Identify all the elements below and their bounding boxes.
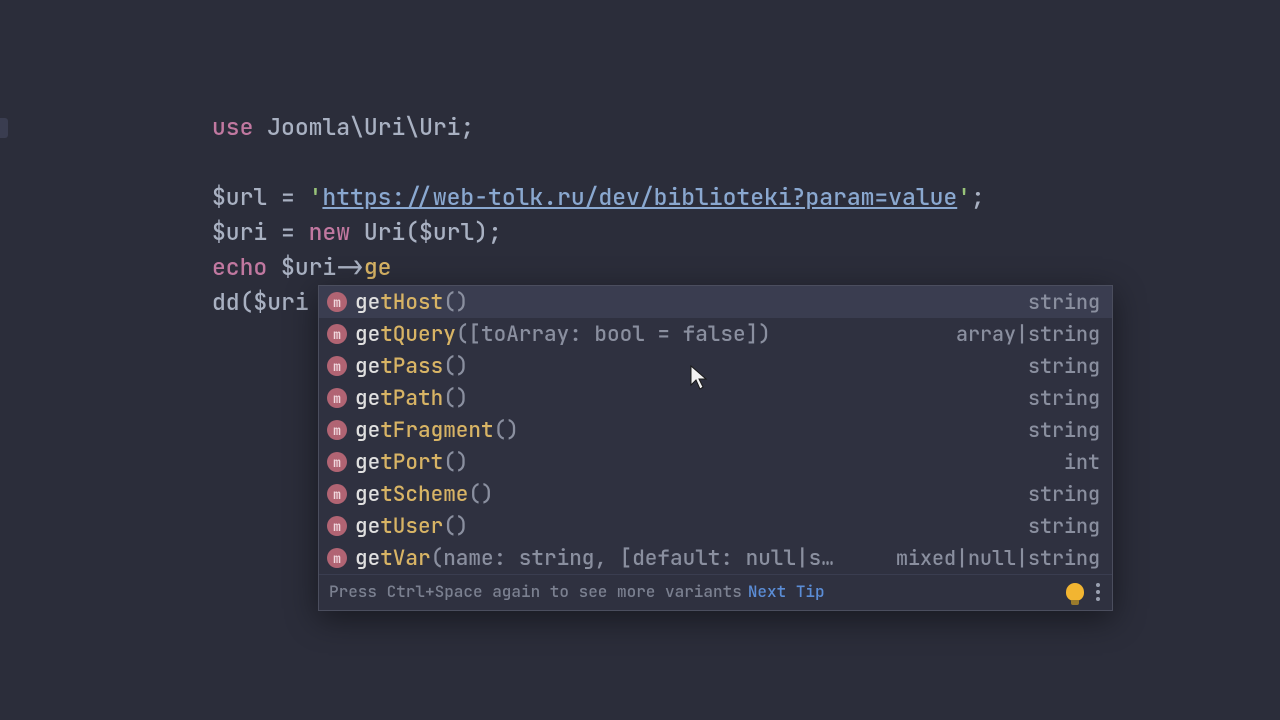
keyword-use: use [212, 112, 253, 142]
lightbulb-icon[interactable] [1066, 583, 1084, 601]
method-icon: m [327, 516, 347, 536]
code-line: $uri = new Uri($url); [212, 215, 1280, 250]
method-icon: m [327, 356, 347, 376]
autocomplete-item-params: () [468, 481, 493, 508]
autocomplete-item-params: () [443, 353, 468, 380]
autocomplete-item-params: () [443, 513, 468, 540]
autocomplete-item-name: getVar [355, 545, 431, 572]
autocomplete-item-name: getQuery [355, 321, 456, 348]
autocomplete-item-name: getPort [355, 449, 443, 476]
next-tip-link[interactable]: Next Tip [748, 581, 825, 602]
autocomplete-item[interactable]: m getPath() string [319, 382, 1112, 414]
autocomplete-item-type: string [1028, 481, 1100, 507]
code-line-blank [212, 145, 1280, 180]
autocomplete-item-params: () [443, 385, 468, 412]
autocomplete-item-type: string [1028, 417, 1100, 443]
code-line: echo $uri->ge [212, 250, 1280, 285]
autocomplete-item[interactable]: m getScheme() string [319, 478, 1112, 510]
autocomplete-item-params: ([toArray: bool = false]) [456, 321, 771, 348]
autocomplete-item-name: getPass [355, 353, 443, 380]
autocomplete-footer: Press Ctrl+Space again to see more varia… [319, 574, 1112, 610]
autocomplete-item[interactable]: m getUser() string [319, 510, 1112, 542]
autocomplete-list: mgetHost()stringmgetQuery([toArray: bool… [319, 286, 1112, 574]
autocomplete-item-type: array|string [956, 321, 1100, 347]
autocomplete-item-params: () [494, 417, 519, 444]
autocomplete-item-name: getFragment [355, 417, 494, 444]
autocomplete-popup[interactable]: mgetHost()stringmgetQuery([toArray: bool… [318, 285, 1113, 611]
autocomplete-item-params: (name: string, [default: null|s… [431, 545, 834, 572]
autocomplete-item-type: string [1028, 385, 1100, 411]
autocomplete-item-params: () [443, 289, 468, 316]
autocomplete-item-type: string [1028, 353, 1100, 379]
method-icon: m [327, 292, 347, 312]
method-icon: m [327, 420, 347, 440]
autocomplete-item[interactable]: m getFragment() string [319, 414, 1112, 446]
method-icon: m [327, 324, 347, 344]
method-icon: m [327, 452, 347, 472]
autocomplete-item-type: string [1028, 289, 1100, 315]
autocomplete-item-name: getPath [355, 385, 443, 412]
string-url: https://web-tolk.ru/dev/biblioteki?param… [322, 182, 957, 212]
autocomplete-item-name: getScheme [355, 481, 468, 508]
method-icon: m [327, 548, 347, 568]
autocomplete-item[interactable]: m getQuery([toArray: bool = false]) array|… [319, 318, 1112, 350]
autocomplete-item-params: () [443, 449, 468, 476]
method-icon: m [327, 484, 347, 504]
autocomplete-item[interactable]: m getHost() string [319, 286, 1112, 318]
code-line: use Joomla\Uri\Uri; [212, 110, 1280, 145]
autocomplete-item-name: getHost [355, 289, 443, 316]
autocomplete-item[interactable]: mgetVar(name: string, [default: null|s… m… [319, 542, 1112, 574]
method-icon: m [327, 388, 347, 408]
code-line: $url = 'https://web-tolk.ru/dev/bibliote… [212, 180, 1280, 215]
autocomplete-item[interactable]: m getPort() int [319, 446, 1112, 478]
autocomplete-item-type: string [1028, 513, 1100, 539]
autocomplete-item[interactable]: m getPass() string [319, 350, 1112, 382]
typing-cursor-text: ge [364, 252, 392, 282]
kebab-menu-icon[interactable] [1096, 583, 1100, 601]
autocomplete-item-type: mixed|null|string [896, 545, 1100, 571]
gutter-marker [0, 118, 8, 138]
footer-tip-text: Press Ctrl+Space again to see more varia… [329, 581, 742, 602]
autocomplete-item-type: int [1064, 449, 1100, 475]
code-editor[interactable]: use Joomla\Uri\Uri; $url = 'https://web-… [0, 0, 1280, 320]
autocomplete-item-name: getUser [355, 513, 443, 540]
